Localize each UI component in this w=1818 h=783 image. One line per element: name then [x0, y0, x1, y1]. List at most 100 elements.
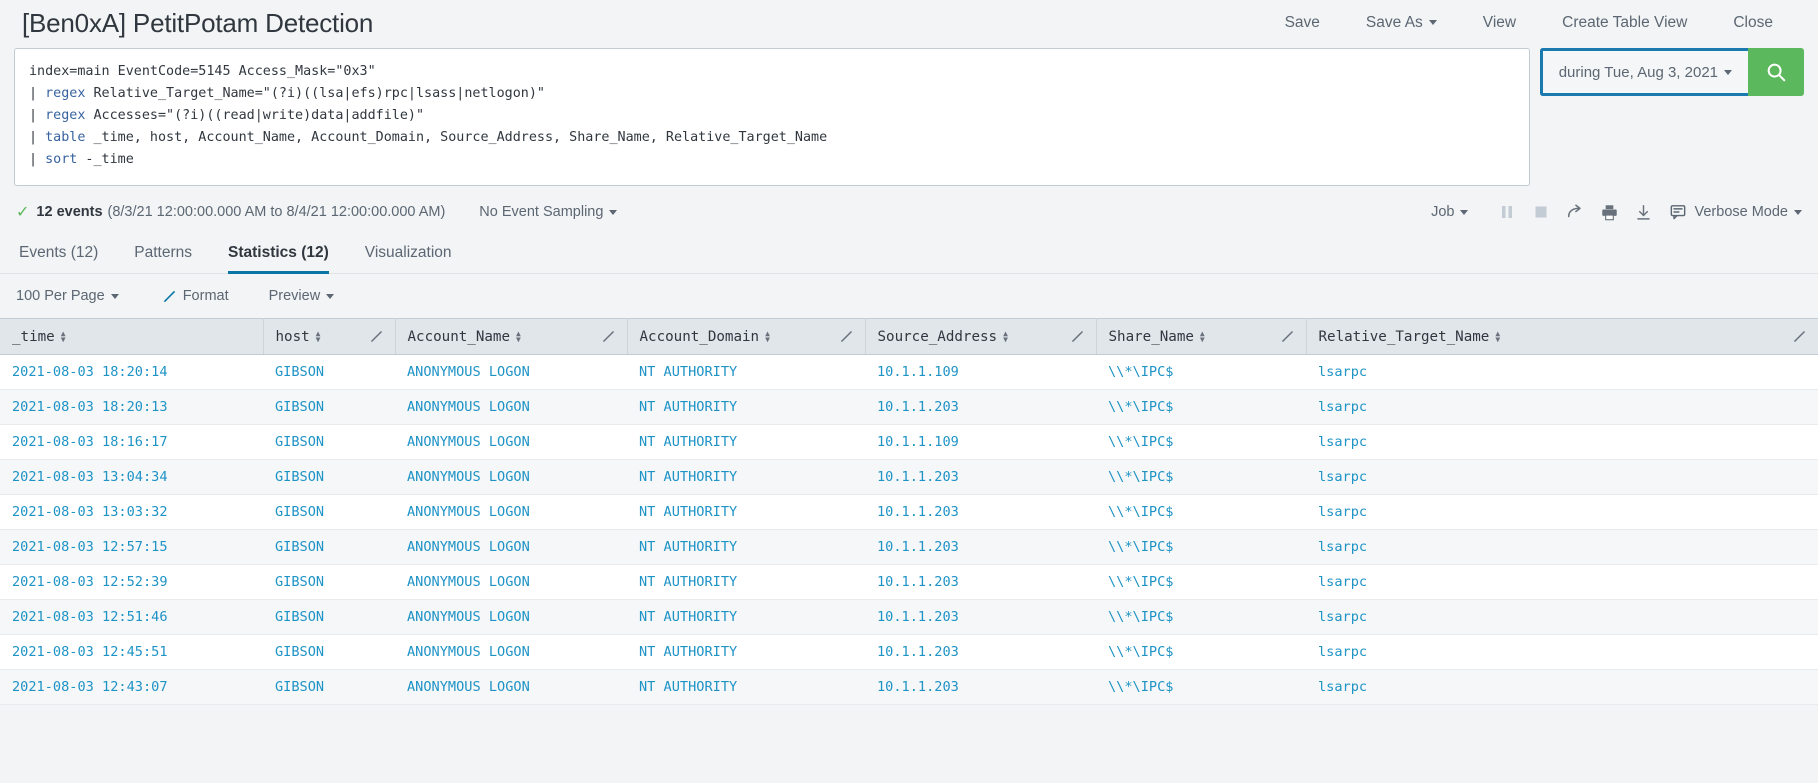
tab-statistics[interactable]: Statistics (12) [210, 244, 347, 274]
table-cell[interactable]: lsarpc [1306, 564, 1818, 600]
table-cell[interactable]: NT AUTHORITY [627, 599, 865, 635]
table-cell[interactable]: NT AUTHORITY [627, 354, 865, 390]
column-edit-pencil-icon[interactable] [1793, 330, 1806, 343]
pause-button[interactable] [1490, 197, 1524, 227]
table-cell[interactable]: GIBSON [263, 529, 395, 565]
column-edit-pencil-icon[interactable] [370, 330, 383, 343]
table-cell[interactable]: 10.1.1.109 [865, 424, 1096, 460]
sort-arrows-icon[interactable]: ▲ ▼ [61, 329, 66, 343]
search-query-input[interactable]: index=main EventCode=5145 Access_Mask="0… [14, 48, 1530, 186]
tab-visualization[interactable]: Visualization [347, 244, 470, 273]
table-cell[interactable]: \\*\IPC$ [1096, 564, 1306, 600]
column-header-host[interactable]: host ▲ ▼ [263, 318, 396, 355]
table-cell[interactable]: 2021-08-03 18:16:17 [0, 424, 263, 460]
table-cell[interactable]: NT AUTHORITY [627, 459, 865, 495]
table-cell[interactable]: \\*\IPC$ [1096, 354, 1306, 390]
sort-arrows-icon[interactable]: ▲ ▼ [1003, 329, 1008, 343]
table-cell[interactable]: NT AUTHORITY [627, 389, 865, 425]
table-cell[interactable]: ANONYMOUS LOGON [395, 564, 627, 600]
tab-events[interactable]: Events (12) [16, 244, 116, 273]
table-cell[interactable]: 10.1.1.203 [865, 669, 1096, 705]
search-submit-button[interactable] [1748, 48, 1804, 96]
table-cell[interactable]: NT AUTHORITY [627, 529, 865, 565]
column-header-relative-target-name[interactable]: Relative_Target_Name ▲ ▼ [1306, 318, 1818, 355]
column-edit-pencil-icon[interactable] [840, 330, 853, 343]
verbose-mode-dropdown[interactable]: Verbose Mode [1670, 204, 1802, 220]
table-cell[interactable]: lsarpc [1306, 494, 1818, 530]
create-table-view-button[interactable]: Create Table View [1539, 14, 1710, 32]
table-cell[interactable]: lsarpc [1306, 599, 1818, 635]
table-cell[interactable]: ANONYMOUS LOGON [395, 669, 627, 705]
table-cell[interactable]: GIBSON [263, 459, 395, 495]
preview-dropdown[interactable]: Preview [269, 288, 335, 304]
table-cell[interactable]: GIBSON [263, 494, 395, 530]
column-header--time[interactable]: _time ▲ ▼ [0, 318, 264, 355]
table-cell[interactable]: NT AUTHORITY [627, 634, 865, 670]
table-cell[interactable]: 2021-08-03 12:57:15 [0, 529, 263, 565]
share-button[interactable] [1558, 197, 1592, 227]
table-cell[interactable]: NT AUTHORITY [627, 564, 865, 600]
table-cell[interactable]: 10.1.1.203 [865, 459, 1096, 495]
table-cell[interactable]: \\*\IPC$ [1096, 599, 1306, 635]
table-cell[interactable]: lsarpc [1306, 669, 1818, 705]
column-header-account-domain[interactable]: Account_Domain ▲ ▼ [627, 318, 866, 355]
column-header-account-name[interactable]: Account_Name ▲ ▼ [395, 318, 628, 355]
table-cell[interactable]: ANONYMOUS LOGON [395, 459, 627, 495]
table-cell[interactable]: ANONYMOUS LOGON [395, 354, 627, 390]
table-cell[interactable]: \\*\IPC$ [1096, 389, 1306, 425]
table-cell[interactable]: lsarpc [1306, 529, 1818, 565]
table-cell[interactable]: ANONYMOUS LOGON [395, 389, 627, 425]
table-cell[interactable]: 10.1.1.203 [865, 529, 1096, 565]
column-edit-pencil-icon[interactable] [602, 330, 615, 343]
table-cell[interactable]: 2021-08-03 13:04:34 [0, 459, 263, 495]
stop-button[interactable] [1524, 197, 1558, 227]
table-cell[interactable]: 10.1.1.203 [865, 599, 1096, 635]
table-cell[interactable]: NT AUTHORITY [627, 669, 865, 705]
table-cell[interactable]: ANONYMOUS LOGON [395, 599, 627, 635]
table-cell[interactable]: lsarpc [1306, 389, 1818, 425]
table-cell[interactable]: GIBSON [263, 669, 395, 705]
sort-arrows-icon[interactable]: ▲ ▼ [765, 329, 770, 343]
table-cell[interactable]: GIBSON [263, 634, 395, 670]
table-cell[interactable]: 10.1.1.203 [865, 389, 1096, 425]
table-cell[interactable]: ANONYMOUS LOGON [395, 529, 627, 565]
sort-arrows-icon[interactable]: ▲ ▼ [1200, 329, 1205, 343]
table-cell[interactable]: 2021-08-03 12:45:51 [0, 634, 263, 670]
time-range-picker[interactable]: during Tue, Aug 3, 2021 [1539, 48, 1748, 96]
table-cell[interactable]: GIBSON [263, 354, 395, 390]
sort-arrows-icon[interactable]: ▲ ▼ [316, 329, 321, 343]
table-cell[interactable]: lsarpc [1306, 424, 1818, 460]
column-header-source-address[interactable]: Source_Address ▲ ▼ [865, 318, 1097, 355]
table-cell[interactable]: NT AUTHORITY [627, 424, 865, 460]
sort-arrows-icon[interactable]: ▲ ▼ [1495, 329, 1500, 343]
table-cell[interactable]: \\*\IPC$ [1096, 669, 1306, 705]
table-cell[interactable]: \\*\IPC$ [1096, 459, 1306, 495]
table-cell[interactable]: 10.1.1.203 [865, 564, 1096, 600]
save-as-button[interactable]: Save As [1343, 14, 1460, 32]
table-cell[interactable]: 2021-08-03 18:20:14 [0, 354, 263, 390]
table-cell[interactable]: ANONYMOUS LOGON [395, 424, 627, 460]
table-cell[interactable]: GIBSON [263, 389, 395, 425]
view-button[interactable]: View [1460, 14, 1539, 32]
export-button[interactable] [1626, 197, 1660, 227]
table-cell[interactable]: GIBSON [263, 564, 395, 600]
format-button[interactable]: Format [163, 288, 229, 304]
tab-patterns[interactable]: Patterns [116, 244, 210, 273]
print-button[interactable] [1592, 197, 1626, 227]
table-cell[interactable]: lsarpc [1306, 634, 1818, 670]
table-cell[interactable]: 2021-08-03 13:03:32 [0, 494, 263, 530]
table-cell[interactable]: NT AUTHORITY [627, 494, 865, 530]
table-cell[interactable]: GIBSON [263, 599, 395, 635]
table-cell[interactable]: 10.1.1.109 [865, 354, 1096, 390]
column-header-share-name[interactable]: Share_Name ▲ ▼ [1096, 318, 1307, 355]
sort-arrows-icon[interactable]: ▲ ▼ [516, 329, 521, 343]
per-page-dropdown[interactable]: 100 Per Page [16, 288, 119, 304]
table-cell[interactable]: 2021-08-03 12:43:07 [0, 669, 263, 705]
job-dropdown[interactable]: Job [1431, 204, 1469, 220]
save-button[interactable]: Save [1262, 14, 1343, 32]
table-cell[interactable]: 2021-08-03 12:52:39 [0, 564, 263, 600]
table-cell[interactable]: 10.1.1.203 [865, 634, 1096, 670]
table-cell[interactable]: GIBSON [263, 424, 395, 460]
table-cell[interactable]: ANONYMOUS LOGON [395, 494, 627, 530]
table-cell[interactable]: \\*\IPC$ [1096, 424, 1306, 460]
